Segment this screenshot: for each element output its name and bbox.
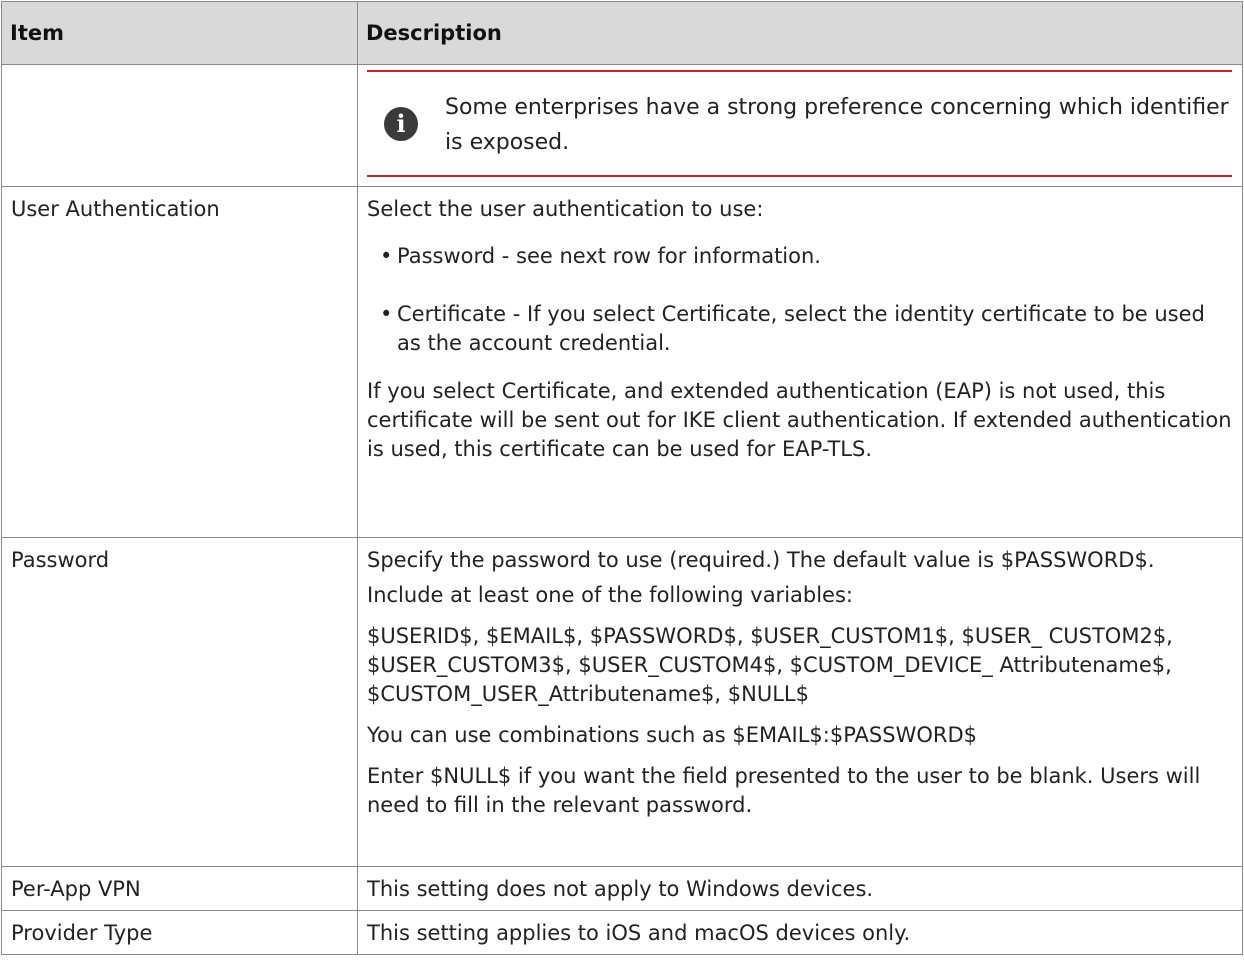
table-row: Per-App VPN This setting does not apply … xyxy=(1,866,1243,911)
description-paragraph: You can use combinations such as $EMAIL$… xyxy=(367,723,977,747)
note-cell: i Some enterprises have a strong prefere… xyxy=(357,64,1243,187)
header-item: Item xyxy=(1,1,358,65)
list-item: Password - see next row for information. xyxy=(380,242,1232,271)
description-paragraph: Include at least one of the following va… xyxy=(367,583,853,607)
description-cell: Specify the password to use (required.) … xyxy=(357,537,1243,867)
settings-table: Item Description i Some enterprises have… xyxy=(1,1,1243,955)
info-icon: i xyxy=(384,106,418,141)
description-paragraph: Enter $NULL$ if you want the field prese… xyxy=(367,764,1201,817)
description-cell: This setting applies to iOS and macOS de… xyxy=(357,910,1243,955)
list-item: Certificate - If you select Certificate,… xyxy=(380,300,1232,358)
table-row: User Authentication Select the user auth… xyxy=(1,186,1243,538)
description-cell: This setting does not apply to Windows d… xyxy=(357,866,1243,911)
item-cell: Per-App VPN xyxy=(1,866,358,911)
description-paragraph: Specify the password to use (required.) … xyxy=(367,548,1155,572)
variables-paragraph: $USERID$, $EMAIL$, $PASSWORD$, $USER_CUS… xyxy=(367,624,1173,706)
item-cell: Password xyxy=(1,537,358,867)
table-row: i Some enterprises have a strong prefere… xyxy=(1,64,1243,187)
header-description: Description xyxy=(357,1,1243,65)
table-header-row: Item Description xyxy=(1,1,1243,65)
note-callout: i Some enterprises have a strong prefere… xyxy=(367,70,1232,177)
option-list: Password - see next row for information.… xyxy=(367,242,1232,358)
description-outro: If you select Certificate, and extended … xyxy=(367,379,1232,461)
description-cell: Select the user authentication to use: P… xyxy=(357,186,1243,538)
item-cell: Provider Type xyxy=(1,910,358,955)
item-cell-empty xyxy=(1,64,358,187)
note-text: Some enterprises have a strong preferenc… xyxy=(445,94,1229,155)
table-row: Provider Type This setting applies to iO… xyxy=(1,910,1243,955)
table-row: Password Specify the password to use (re… xyxy=(1,537,1243,867)
description-intro: Select the user authentication to use: xyxy=(367,197,764,221)
item-cell: User Authentication xyxy=(1,186,358,538)
